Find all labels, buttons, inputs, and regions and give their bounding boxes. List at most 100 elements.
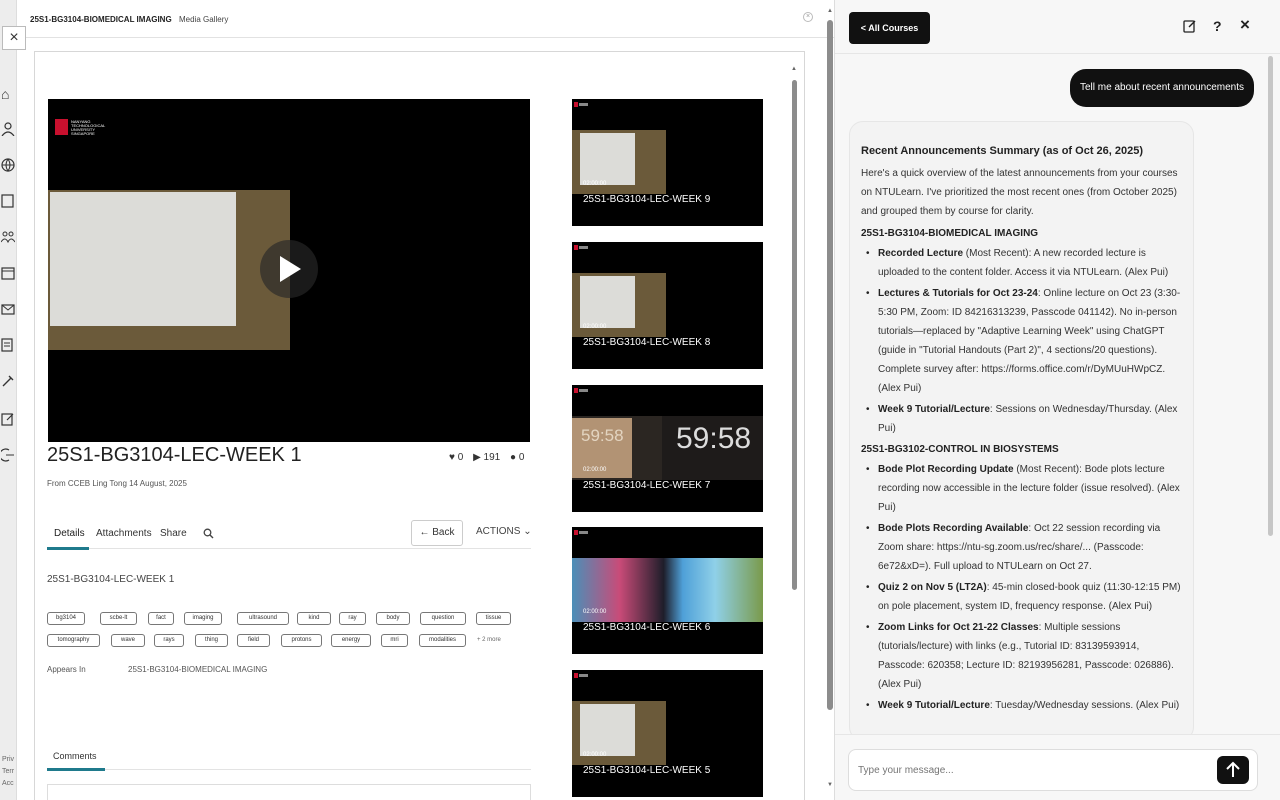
back-button[interactable]: ← Back: [411, 520, 463, 546]
all-courses-button[interactable]: < All Courses: [849, 12, 930, 44]
clock-display: 59:58: [676, 422, 752, 455]
tag[interactable]: rays: [154, 634, 184, 647]
ntu-logo: [574, 388, 588, 393]
search-icon[interactable]: [203, 528, 214, 542]
crest-icon: [55, 119, 68, 135]
comments-tab[interactable]: Comments: [53, 751, 97, 761]
panel-scrollbar[interactable]: ▲ ▼: [826, 8, 834, 790]
logo-text: NANYANG TECHNOLOGICAL UNIVERSITY SINGAPO…: [71, 119, 106, 136]
calendar-icon[interactable]: [1, 266, 17, 282]
tag[interactable]: question: [420, 612, 466, 625]
ntu-logo: [574, 673, 588, 678]
mail-icon[interactable]: [1, 302, 17, 318]
tab-share[interactable]: Share: [160, 528, 187, 539]
assistant-panel: < All Courses ? × Tell me about recent a…: [834, 0, 1280, 800]
active-tab-indicator: [47, 547, 89, 550]
close-icon[interactable]: ×: [803, 12, 813, 22]
active-tab-indicator: [47, 768, 105, 771]
tag[interactable]: energy: [331, 634, 371, 647]
tag[interactable]: thing: [195, 634, 228, 647]
tag[interactable]: scbe-lt: [100, 612, 137, 625]
tag[interactable]: imaging: [184, 612, 222, 625]
scroll-down-icon[interactable]: ▼: [826, 782, 834, 788]
related-video-card[interactable]: 02:00:00 25S1-BG3104-LEC-WEEK 9: [572, 99, 763, 226]
response-heading: Recent Announcements Summary (as of Oct …: [861, 145, 1144, 157]
logout-icon[interactable]: [0, 448, 17, 464]
play-icon[interactable]: [259, 235, 319, 303]
groups-icon[interactable]: [0, 230, 17, 246]
ntu-logo: NANYANG TECHNOLOGICAL UNIVERSITY SINGAPO…: [55, 119, 105, 136]
globe-icon[interactable]: [1, 158, 17, 174]
institution-icon[interactable]: ⌂: [1, 86, 17, 102]
arrow-up-icon: [1226, 761, 1240, 777]
announcement-item: Bode Plot Recording Update (Most Recent)…: [861, 460, 1182, 517]
divider: [47, 769, 531, 770]
announcement-item: Zoom Links for Oct 21-22 Classes: Multip…: [861, 618, 1182, 694]
announcement-item: Recorded Lecture (Most Recent): A new re…: [861, 244, 1182, 282]
related-video-card[interactable]: 02:00:00 25S1-BG3104-LEC-WEEK 8: [572, 242, 763, 369]
scrollbar-thumb[interactable]: [827, 20, 833, 710]
tag[interactable]: body: [376, 612, 410, 625]
user-icon[interactable]: [1, 122, 17, 138]
announcement-item: Week 9 Tutorial/Lecture: Tuesday/Wednesd…: [861, 696, 1182, 715]
announcement-item: Bode Plots Recording Available: Oct 22 s…: [861, 519, 1182, 576]
tab-attachments[interactable]: Attachments: [96, 528, 152, 539]
message-input[interactable]: [848, 749, 1258, 791]
tag[interactable]: mri: [381, 634, 408, 647]
course-breadcrumb[interactable]: 25S1-BG3104-BIOMEDICAL IMAGING: [30, 15, 172, 24]
clock-display: 59:58: [581, 426, 624, 445]
tag[interactable]: ray: [339, 612, 366, 625]
tag[interactable]: protons: [281, 634, 322, 647]
content-scrollbar[interactable]: ▲: [791, 66, 799, 590]
scroll-up-icon[interactable]: ▲: [791, 66, 797, 72]
close-overlay-button[interactable]: ×: [2, 26, 26, 50]
scroll-up-icon[interactable]: ▲: [826, 8, 834, 14]
announcement-list: Recorded Lecture (Most Recent): A new re…: [861, 244, 1182, 438]
tag[interactable]: modalities: [419, 634, 466, 647]
actions-menu[interactable]: ACTIONS ⌄: [476, 526, 532, 537]
video-duration: 02:00:00: [583, 324, 607, 330]
video-frame: [48, 190, 290, 350]
related-video-title: 25S1-BG3104-LEC-WEEK 8: [583, 337, 711, 348]
comment-input[interactable]: [47, 784, 531, 800]
edit-icon[interactable]: [1, 412, 17, 428]
likes-count[interactable]: ♥ 0: [449, 452, 463, 463]
grades-icon[interactable]: [1, 338, 17, 354]
plays-count: ▶ 191: [473, 452, 501, 463]
footer-link-privacy[interactable]: Priv: [2, 756, 14, 763]
tag[interactable]: tissue: [476, 612, 511, 625]
more-tags-link[interactable]: + 2 more: [477, 637, 501, 643]
media-gallery-breadcrumb[interactable]: Media Gallery: [179, 15, 228, 24]
related-video-card[interactable]: 02:00:00 25S1-BG3104-LEC-WEEK 5: [572, 670, 763, 797]
video-duration: 02:00:00: [583, 181, 607, 187]
detail-title: 25S1-BG3104-LEC-WEEK 1: [47, 574, 175, 585]
courses-icon[interactable]: [1, 194, 17, 210]
tag[interactable]: tomography: [47, 634, 100, 647]
appears-in-value[interactable]: 25S1-BG3104-BIOMEDICAL IMAGING: [128, 665, 267, 674]
announcement-list: Bode Plot Recording Update (Most Recent)…: [861, 460, 1182, 715]
tag[interactable]: kind: [297, 612, 331, 625]
related-video-card[interactable]: 59:58 59:58 02:00:00 25S1-BG3104-LEC-WEE…: [572, 385, 763, 512]
edit-icon[interactable]: [1183, 19, 1197, 36]
video-player[interactable]: NANYANG TECHNOLOGICAL UNIVERSITY SINGAPO…: [48, 99, 530, 442]
footer-link-accessibility[interactable]: Acc: [2, 780, 14, 787]
related-video-card[interactable]: 02:00:00 25S1-BG3104-LEC-WEEK 6: [572, 527, 763, 654]
tag[interactable]: field: [237, 634, 270, 647]
scrollbar-thumb[interactable]: [792, 80, 797, 590]
tag[interactable]: wave: [111, 634, 145, 647]
tag[interactable]: bg3104: [47, 612, 85, 625]
course-section-title: 25S1-BG3102-CONTROL IN BIOSYSTEMS: [861, 444, 1059, 455]
tag[interactable]: fact: [148, 612, 174, 625]
send-button[interactable]: [1217, 756, 1249, 784]
related-video-title: 25S1-BG3104-LEC-WEEK 5: [583, 765, 711, 776]
comments-count: ● 0: [510, 452, 525, 463]
tab-details[interactable]: Details: [54, 528, 85, 539]
chat-scrollbar[interactable]: [1268, 56, 1273, 536]
course-section-title: 25S1-BG3104-BIOMEDICAL IMAGING: [861, 228, 1039, 239]
announcement-item: Lectures & Tutorials for Oct 23-24: Onli…: [861, 284, 1182, 398]
tag[interactable]: ultrasound: [237, 612, 289, 625]
footer-link-terms[interactable]: Terr: [2, 768, 14, 775]
close-icon[interactable]: ×: [1240, 15, 1250, 35]
tools-icon[interactable]: [1, 374, 17, 390]
help-icon[interactable]: ?: [1213, 18, 1222, 34]
